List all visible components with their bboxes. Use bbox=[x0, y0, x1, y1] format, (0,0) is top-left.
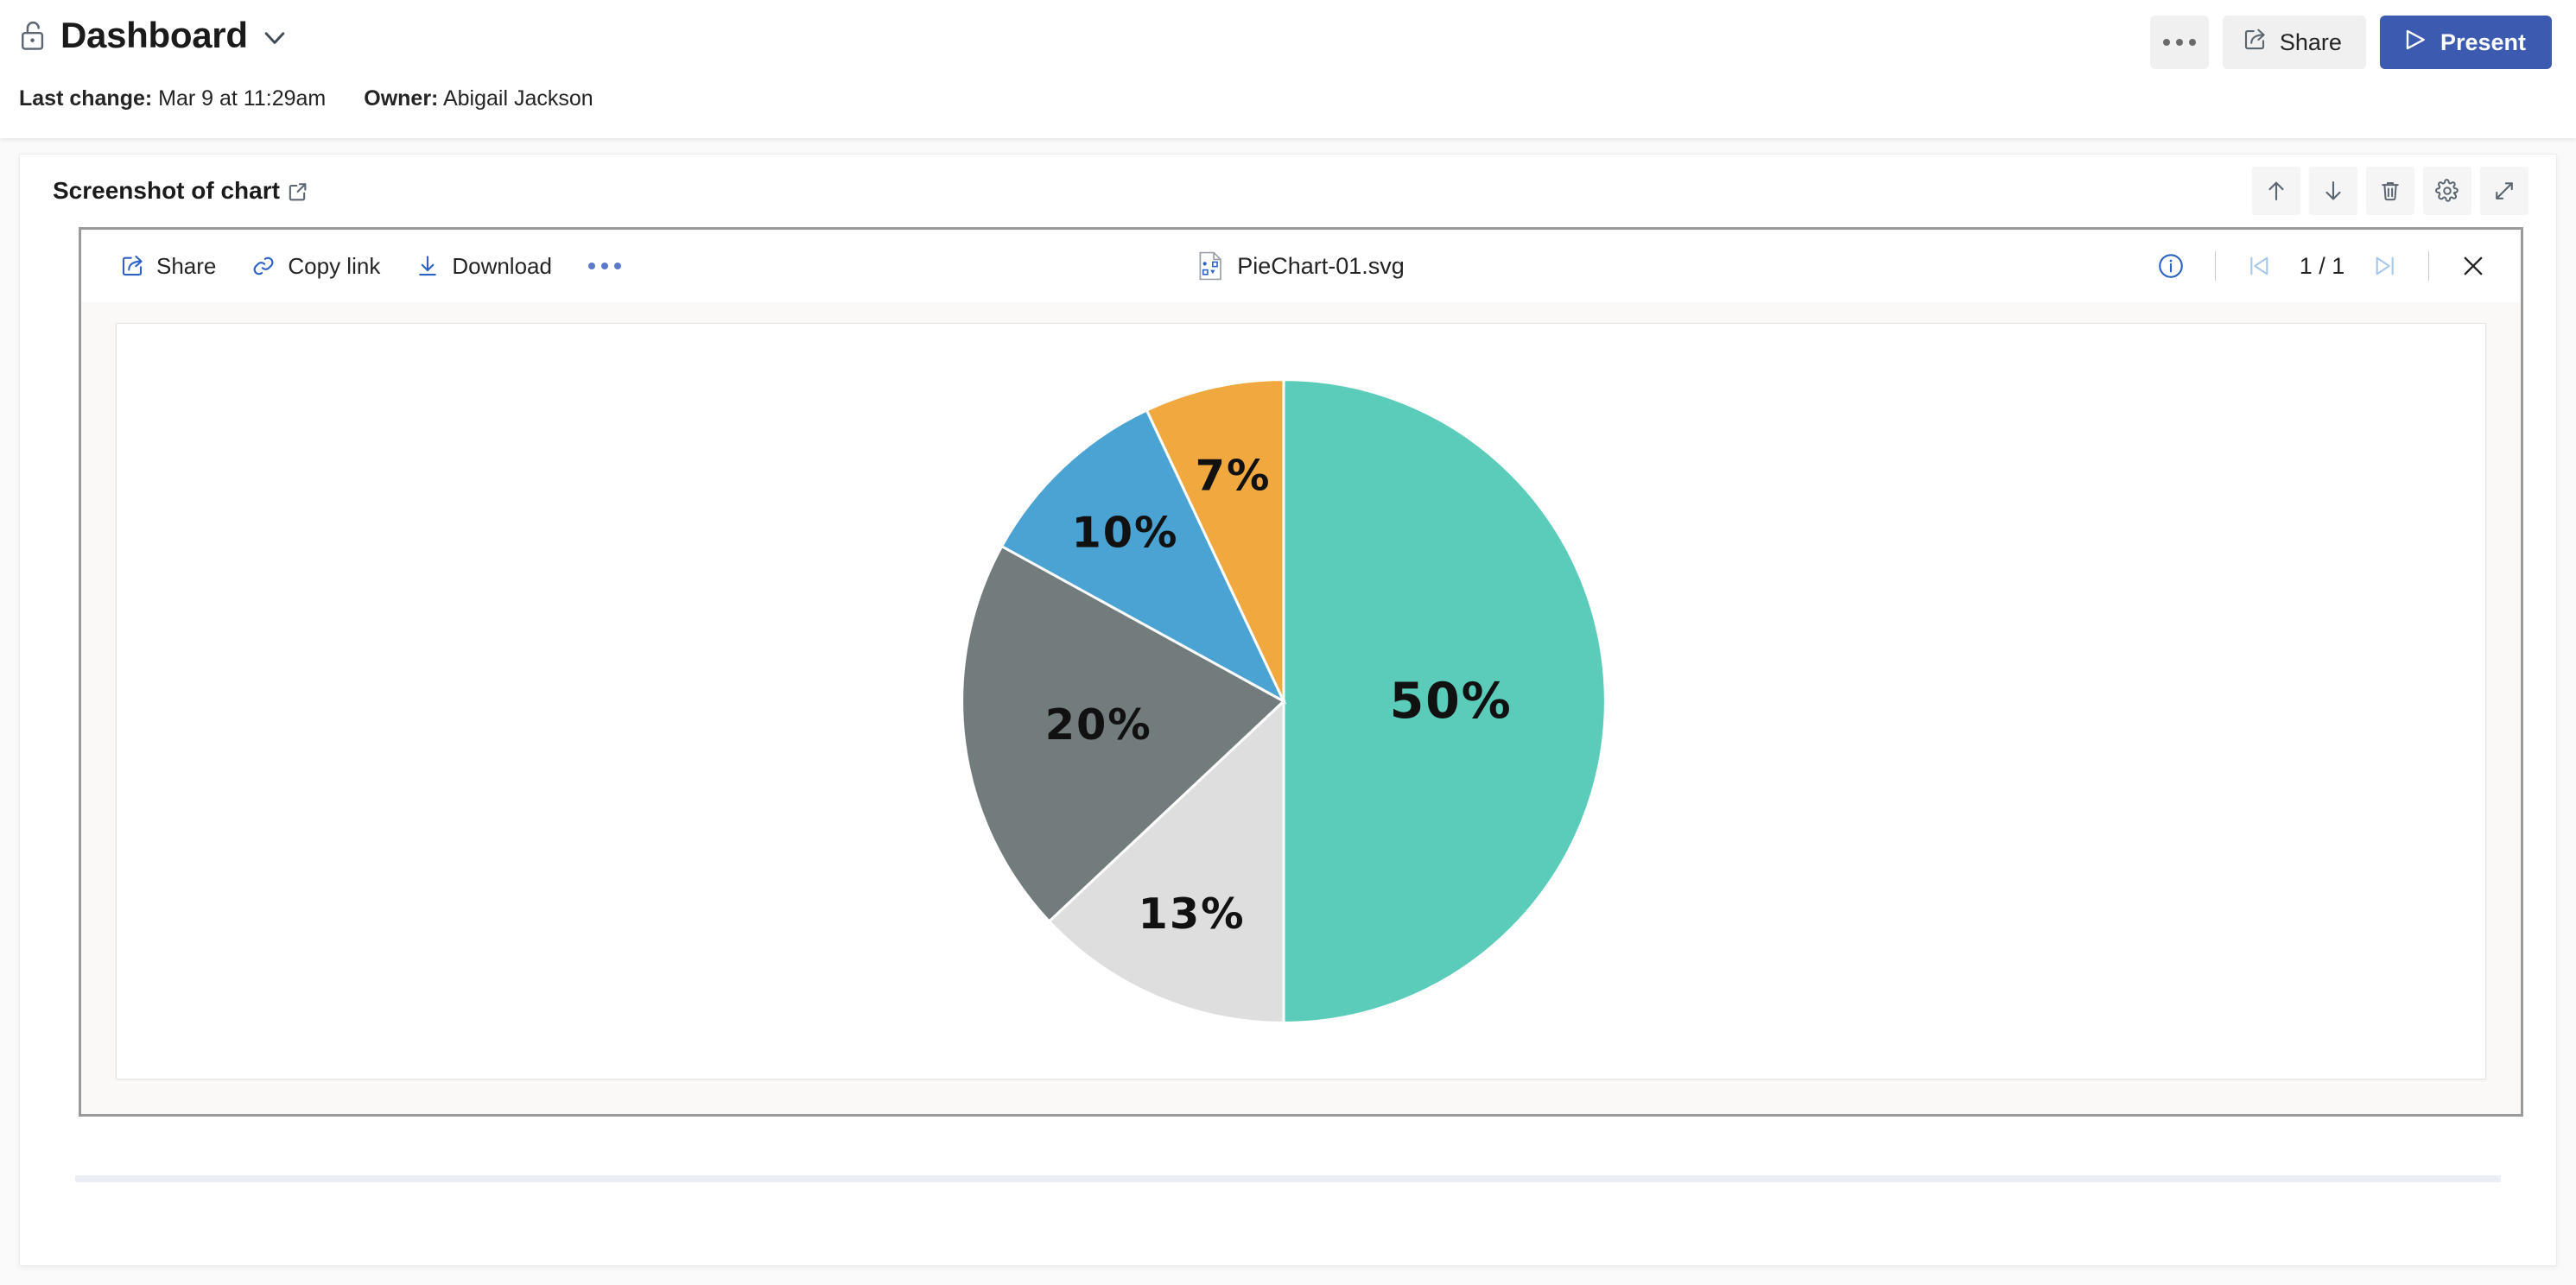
owner-value: Abigail Jackson bbox=[442, 86, 593, 111]
share-icon bbox=[2242, 27, 2268, 59]
file-viewer: Share Copy link Download PieChart-01.svg… bbox=[79, 227, 2523, 1117]
owner-label: Owner: bbox=[364, 86, 439, 111]
viewer-share-label: Share bbox=[156, 252, 217, 279]
ellipsis-icon bbox=[2162, 39, 2196, 46]
svg-file-icon bbox=[1197, 251, 1223, 281]
lower-section bbox=[22, 1127, 2554, 1232]
viewer-share-button[interactable]: Share bbox=[102, 246, 233, 287]
share-button-label: Share bbox=[2279, 28, 2342, 55]
info-button[interactable] bbox=[2144, 244, 2198, 288]
section-divider-rule bbox=[75, 1175, 2501, 1182]
settings-button[interactable] bbox=[2423, 167, 2471, 215]
delete-button[interactable] bbox=[2366, 167, 2414, 215]
link-chain-icon bbox=[251, 253, 276, 279]
move-up-button[interactable] bbox=[2252, 167, 2300, 215]
toolbar-divider bbox=[2215, 251, 2216, 281]
file-viewer-body: 50% 13% 20% 10% 7% bbox=[81, 302, 2521, 1114]
pie-chart-svg: 50% 13% 20% 10% 7% bbox=[961, 378, 1607, 1024]
page-title: Dashboard bbox=[60, 15, 248, 55]
page-card: Screenshot of chart Share Copy link Down… bbox=[19, 154, 2557, 1266]
page-counter: 1 / 1 bbox=[2299, 252, 2345, 279]
viewer-download-button[interactable]: Download bbox=[397, 246, 569, 287]
app-header: Dashboard Last change: Mar 9 at 11:29am … bbox=[0, 0, 2576, 138]
unlock-icon bbox=[19, 19, 48, 52]
pie-slice-label: 7% bbox=[1196, 450, 1272, 500]
arrow-up-icon bbox=[2263, 178, 2289, 204]
chevron-down-icon[interactable] bbox=[260, 19, 289, 52]
file-viewer-toolbar-left: Share Copy link Download bbox=[102, 246, 640, 287]
document-page: 50% 13% 20% 10% 7% bbox=[116, 323, 2486, 1079]
header-actions: Share Present bbox=[2149, 16, 2552, 69]
webpart-header: Screenshot of chart bbox=[53, 155, 2528, 227]
move-down-button[interactable] bbox=[2309, 167, 2357, 215]
file-name-display: PieChart-01.svg bbox=[1197, 251, 1405, 281]
more-options-button[interactable] bbox=[2149, 16, 2209, 69]
open-in-new-window-icon[interactable] bbox=[282, 178, 309, 204]
page-canvas: Screenshot of chart Share Copy link Down… bbox=[0, 138, 2576, 1285]
last-change-value: Mar 9 at 11:29am bbox=[158, 86, 327, 111]
webpart-toolbar bbox=[2252, 167, 2528, 215]
next-page-icon bbox=[2371, 252, 2399, 280]
ellipsis-icon bbox=[587, 263, 621, 269]
previous-page-icon bbox=[2245, 252, 2273, 280]
pie-slice-label: 13% bbox=[1139, 889, 1246, 939]
webpart-title: Screenshot of chart bbox=[53, 177, 309, 205]
webpart-title-text: Screenshot of chart bbox=[53, 177, 280, 204]
viewer-more-button[interactable] bbox=[569, 256, 640, 276]
expand-button[interactable] bbox=[2480, 167, 2528, 215]
trash-icon bbox=[2377, 178, 2403, 204]
viewer-copy-link-label: Copy link bbox=[288, 252, 381, 279]
document-metadata: Last change: Mar 9 at 11:29am Owner: Abi… bbox=[19, 86, 631, 111]
info-circle-icon bbox=[2156, 251, 2186, 281]
toolbar-divider bbox=[2428, 251, 2429, 281]
pie-slice-label: 10% bbox=[1071, 508, 1178, 558]
last-change-label: Last change: bbox=[19, 86, 153, 111]
expand-diagonal-icon bbox=[2491, 178, 2517, 204]
download-arrow-icon bbox=[415, 253, 441, 279]
file-viewer-toolbar: Share Copy link Download PieChart-01.svg… bbox=[81, 230, 2521, 302]
present-button[interactable]: Present bbox=[2379, 16, 2552, 69]
pie-slice-label: 20% bbox=[1045, 699, 1152, 750]
close-viewer-button[interactable] bbox=[2446, 244, 2500, 288]
title-row: Dashboard bbox=[19, 17, 289, 54]
file-viewer-toolbar-right: 1 / 1 bbox=[2144, 244, 2500, 288]
share-icon bbox=[119, 253, 145, 279]
file-name-text: PieChart-01.svg bbox=[1237, 252, 1405, 279]
present-button-label: Present bbox=[2440, 28, 2526, 55]
share-button[interactable]: Share bbox=[2222, 16, 2366, 69]
webpart-screenshot-of-chart: Screenshot of chart Share Copy link Down… bbox=[22, 155, 2554, 1117]
close-x-icon bbox=[2459, 251, 2488, 281]
last-change-meta: Last change: Mar 9 at 11:29am bbox=[19, 86, 326, 111]
previous-page-button[interactable] bbox=[2233, 245, 2285, 287]
next-page-button[interactable] bbox=[2359, 245, 2411, 287]
gear-icon bbox=[2434, 178, 2460, 204]
arrow-down-icon bbox=[2320, 178, 2346, 204]
pie-slice-label: 50% bbox=[1390, 673, 1513, 730]
pie-chart: 50% 13% 20% 10% 7% bbox=[955, 373, 1612, 1029]
viewer-copy-link-button[interactable]: Copy link bbox=[233, 246, 397, 287]
viewer-download-label: Download bbox=[452, 252, 552, 279]
play-triangle-icon bbox=[2401, 26, 2428, 60]
owner-meta: Owner: Abigail Jackson bbox=[364, 86, 593, 111]
